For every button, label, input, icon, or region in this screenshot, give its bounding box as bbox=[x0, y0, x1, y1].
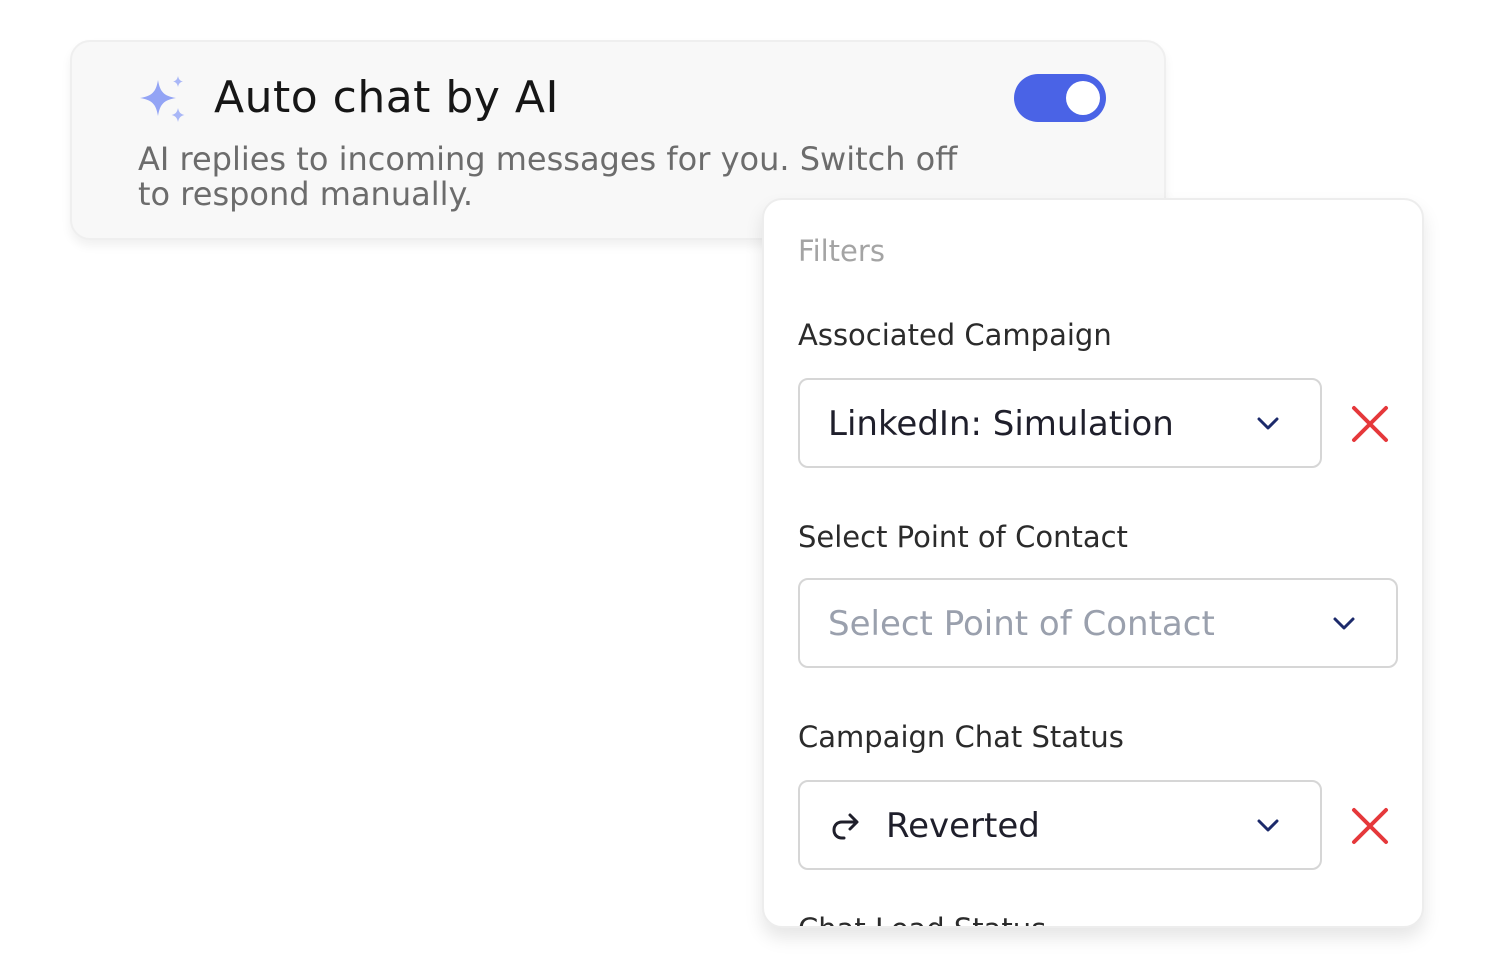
campaign-chat-status-value: Reverted bbox=[886, 806, 1040, 846]
campaign-chat-status-label: Campaign Chat Status bbox=[798, 720, 1124, 754]
associated-campaign-label: Associated Campaign bbox=[798, 318, 1112, 352]
associated-campaign-select[interactable]: LinkedIn: Simulation bbox=[798, 378, 1322, 468]
chevron-down-icon bbox=[1333, 617, 1355, 630]
point-of-contact-placeholder: Select Point of Contact bbox=[828, 604, 1215, 644]
filters-panel: Filters Associated Campaign LinkedIn: Si… bbox=[762, 198, 1424, 928]
clear-status-icon[interactable] bbox=[1350, 806, 1390, 846]
toggle-knob bbox=[1066, 81, 1100, 115]
associated-campaign-value: LinkedIn: Simulation bbox=[828, 404, 1174, 444]
point-of-contact-select[interactable]: Select Point of Contact bbox=[798, 578, 1398, 668]
point-of-contact-label: Select Point of Contact bbox=[798, 520, 1128, 554]
chat-lead-status-label: Chat Lead Status bbox=[798, 912, 1046, 926]
chevron-down-icon bbox=[1257, 819, 1279, 832]
auto-chat-title: Auto chat by AI bbox=[214, 72, 559, 123]
stage: Auto chat by AI AI replies to incoming m… bbox=[0, 0, 1491, 972]
sparkle-icon bbox=[140, 76, 185, 122]
clear-campaign-icon[interactable] bbox=[1350, 404, 1390, 444]
campaign-chat-status-select[interactable]: Reverted bbox=[798, 780, 1322, 870]
redo-arrow-icon bbox=[832, 813, 859, 840]
filters-title: Filters bbox=[798, 234, 885, 268]
chevron-down-icon bbox=[1257, 417, 1279, 430]
auto-chat-toggle[interactable] bbox=[1014, 74, 1106, 122]
